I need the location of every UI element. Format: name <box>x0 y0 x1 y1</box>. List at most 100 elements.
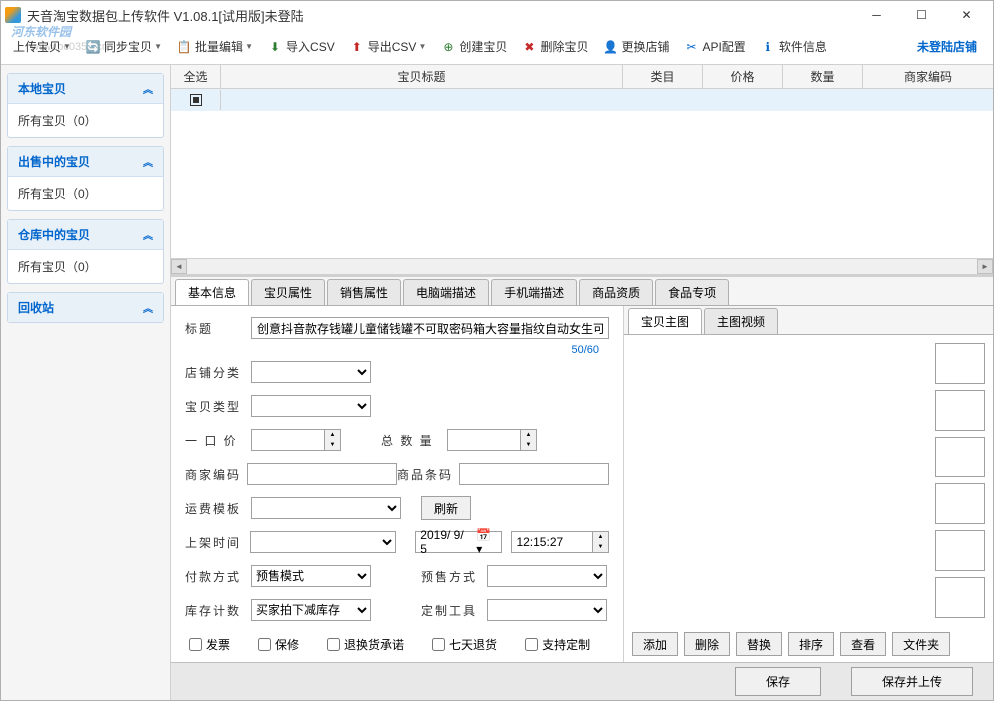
price-input[interactable] <box>252 430 324 450</box>
image-slot[interactable] <box>935 530 985 571</box>
price-label: 一 口 价 <box>185 432 245 449</box>
panel-warehouse: 仓库中的宝贝︽ 所有宝贝（0） <box>7 219 164 284</box>
api-config-button[interactable]: ✂API配置 <box>677 34 751 59</box>
login-status[interactable]: 未登陆店铺 <box>917 38 987 55</box>
grid-row[interactable] <box>171 89 993 111</box>
return-promise-checkbox[interactable]: 退换货承诺 <box>327 636 404 653</box>
scroll-left-button[interactable]: ◄ <box>171 259 187 274</box>
panel-local-item[interactable]: 所有宝贝（0） <box>8 104 163 137</box>
image-replace-button[interactable]: 替换 <box>736 632 782 656</box>
barcode-input[interactable] <box>459 463 609 485</box>
custom-tool-select[interactable] <box>487 599 607 621</box>
tab-pc-desc[interactable]: 电脑端描述 <box>403 279 489 305</box>
scroll-right-button[interactable]: ► <box>977 259 993 274</box>
list-time-select[interactable] <box>250 531 396 553</box>
image-slot[interactable] <box>935 343 985 384</box>
qty-spinner[interactable]: ▲▼ <box>447 429 537 451</box>
import-csv-button[interactable]: ⬇导入CSV <box>261 34 341 59</box>
col-title[interactable]: 宝贝标题 <box>221 65 623 88</box>
detail-tabs: 基本信息 宝贝属性 销售属性 电脑端描述 手机端描述 商品资质 食品专项 <box>171 277 993 305</box>
price-spinner[interactable]: ▲▼ <box>251 429 341 451</box>
panel-selling-item[interactable]: 所有宝贝（0） <box>8 177 163 210</box>
maximize-button[interactable]: ☐ <box>899 1 944 29</box>
item-type-select[interactable] <box>251 395 371 417</box>
minimize-button[interactable]: ─ <box>854 1 899 29</box>
shipping-template-select[interactable] <box>251 497 401 519</box>
row-checkbox-cell[interactable] <box>171 90 221 110</box>
payment-method-select[interactable]: 预售模式 <box>251 565 371 587</box>
save-button[interactable]: 保存 <box>735 667 821 696</box>
tab-main-image[interactable]: 宝贝主图 <box>628 308 702 334</box>
tab-mobile-desc[interactable]: 手机端描述 <box>491 279 577 305</box>
time-up[interactable]: ▲ <box>593 532 608 542</box>
tools-icon: ✂ <box>683 39 699 55</box>
grid-body[interactable] <box>171 89 993 258</box>
image-view-button[interactable]: 查看 <box>840 632 886 656</box>
total-qty-label: 总 数 量 <box>381 432 441 449</box>
image-delete-button[interactable]: 删除 <box>684 632 730 656</box>
date-picker[interactable]: 2019/ 9/ 5📅▾ <box>415 531 501 553</box>
qty-input[interactable] <box>448 430 520 450</box>
stock-count-select[interactable]: 买家拍下减库存 <box>251 599 371 621</box>
time-input[interactable] <box>512 532 592 552</box>
panel-recycle: 回收站︽ <box>7 292 164 323</box>
image-folder-button[interactable]: 文件夹 <box>892 632 950 656</box>
tab-food[interactable]: 食品专项 <box>655 279 729 305</box>
panel-local-header[interactable]: 本地宝贝︽ <box>8 74 163 104</box>
tab-basic[interactable]: 基本信息 <box>175 279 249 305</box>
delete-button[interactable]: ✖删除宝贝 <box>515 34 594 59</box>
main-content: 本地宝贝︽ 所有宝贝（0） 出售中的宝贝︽ 所有宝贝（0） 仓库中的宝贝︽ 所有… <box>1 65 993 700</box>
panel-warehouse-header[interactable]: 仓库中的宝贝︽ <box>8 220 163 250</box>
price-down[interactable]: ▼ <box>325 440 340 450</box>
batch-edit-button[interactable]: 📋批量编辑▼ <box>170 34 259 59</box>
refresh-button[interactable]: 刷新 <box>421 496 471 520</box>
col-check[interactable]: 全选 <box>171 65 221 88</box>
price-up[interactable]: ▲ <box>325 430 340 440</box>
time-spinner[interactable]: ▲▼ <box>511 531 609 553</box>
close-button[interactable]: ✕ <box>944 1 989 29</box>
tab-sales-attrs[interactable]: 销售属性 <box>327 279 401 305</box>
image-slot[interactable] <box>935 483 985 524</box>
software-info-button[interactable]: ℹ软件信息 <box>754 34 833 59</box>
title-input[interactable] <box>251 317 609 339</box>
sync-button[interactable]: 🔄同步宝贝▼ <box>79 34 168 59</box>
panel-recycle-header[interactable]: 回收站︽ <box>8 293 163 322</box>
shop-category-select[interactable] <box>251 361 371 383</box>
col-code[interactable]: 商家编码 <box>863 65 993 88</box>
col-quantity[interactable]: 数量 <box>783 65 863 88</box>
qty-up[interactable]: ▲ <box>521 430 536 440</box>
panel-warehouse-item[interactable]: 所有宝贝（0） <box>8 250 163 283</box>
seven-day-checkbox[interactable]: 七天退货 <box>432 636 497 653</box>
scroll-track[interactable] <box>187 259 977 274</box>
col-price[interactable]: 价格 <box>703 65 783 88</box>
merchant-code-input[interactable] <box>247 463 397 485</box>
export-csv-button[interactable]: ⬆导出CSV▼ <box>343 34 433 59</box>
panel-selling-header[interactable]: 出售中的宝贝︽ <box>8 147 163 177</box>
scrollbar-horizontal[interactable]: ◄ ► <box>171 258 993 274</box>
presale-method-select[interactable] <box>487 565 607 587</box>
tab-attrs[interactable]: 宝贝属性 <box>251 279 325 305</box>
plus-icon: ⊕ <box>440 39 456 55</box>
qty-down[interactable]: ▼ <box>521 440 536 450</box>
create-button[interactable]: ⊕创建宝贝 <box>434 34 513 59</box>
image-slot[interactable] <box>935 437 985 478</box>
save-upload-button[interactable]: 保存并上传 <box>851 667 973 696</box>
image-add-button[interactable]: 添加 <box>632 632 678 656</box>
image-slot[interactable] <box>935 577 985 618</box>
invoice-checkbox[interactable]: 发票 <box>189 636 230 653</box>
upload-button[interactable]: 上传宝贝▼ <box>7 34 77 59</box>
image-panel: 宝贝主图 主图视频 添加 删除 替换 <box>623 306 993 662</box>
image-sort-button[interactable]: 排序 <box>788 632 834 656</box>
col-category[interactable]: 类目 <box>623 65 703 88</box>
tab-video[interactable]: 主图视频 <box>704 308 778 334</box>
image-slot[interactable] <box>935 390 985 431</box>
switch-shop-button[interactable]: 👤更换店铺 <box>596 34 675 59</box>
checkbox-indeterminate-icon[interactable] <box>190 94 202 106</box>
warranty-checkbox[interactable]: 保修 <box>258 636 299 653</box>
support-custom-checkbox[interactable]: 支持定制 <box>525 636 590 653</box>
delete-icon: ✖ <box>521 39 537 55</box>
info-icon: ℹ <box>760 39 776 55</box>
tab-qualification[interactable]: 商品资质 <box>579 279 653 305</box>
time-down[interactable]: ▼ <box>593 542 608 552</box>
chevron-up-icon: ︽ <box>143 81 153 96</box>
